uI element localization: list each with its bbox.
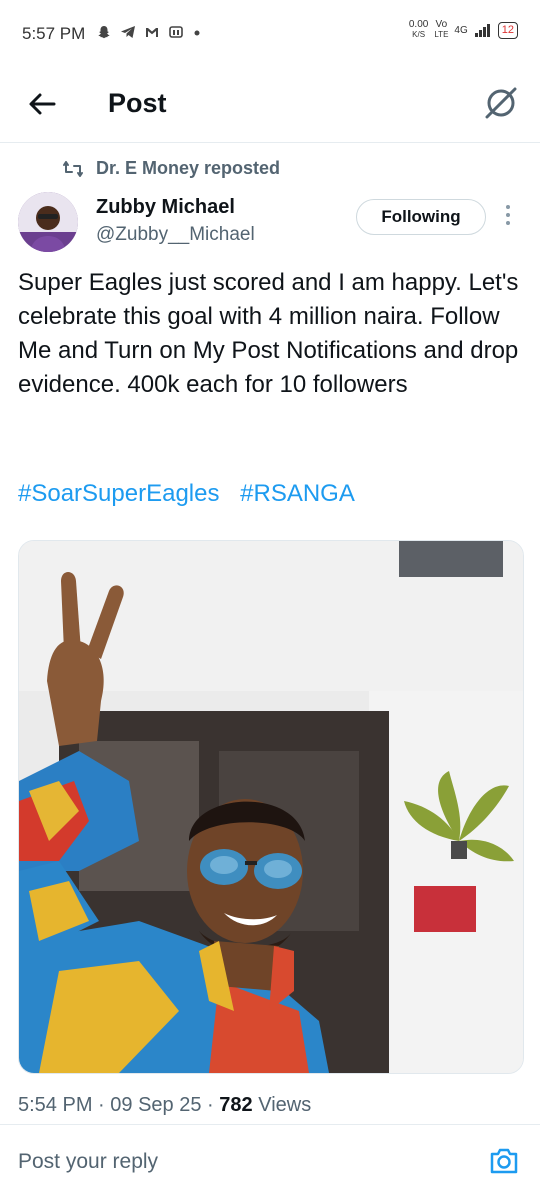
gmail-icon xyxy=(146,28,158,37)
post-time: 5:54 PM xyxy=(18,1094,93,1116)
repost-icon xyxy=(63,160,83,177)
avatar[interactable] xyxy=(18,192,78,252)
meta-separator: · xyxy=(98,1094,105,1116)
hashtag-link[interactable]: #RSANGA xyxy=(240,480,355,507)
net-speed-value: 0.00 xyxy=(408,19,429,30)
more-icon[interactable] xyxy=(504,205,512,229)
hashtag-link[interactable]: #SoarSuperEagles xyxy=(18,480,219,507)
page-title: Post xyxy=(108,88,167,118)
views-label: Views xyxy=(258,1094,312,1116)
camera-icon[interactable] xyxy=(488,1146,520,1176)
battery-indicator: 12 xyxy=(497,21,518,39)
volte-top: Vo xyxy=(435,19,448,30)
reply-input[interactable]: Post your reply xyxy=(18,1150,158,1174)
volte-bottom: LTE xyxy=(434,30,449,39)
net-speed: 0.00 K/S xyxy=(409,20,428,40)
post-photo[interactable] xyxy=(18,540,524,1074)
meta-separator: · xyxy=(207,1094,214,1116)
hashtags: #SoarSuperEagles #RSANGA xyxy=(18,480,369,508)
telegram-icon xyxy=(121,26,135,38)
signal-icon xyxy=(474,24,490,37)
views-count: 782 xyxy=(219,1094,253,1116)
volte-indicator: Vo LTE xyxy=(434,20,448,40)
snapchat-icon xyxy=(98,26,110,39)
status-time: 5:57 PM xyxy=(22,24,86,43)
net-speed-unit: K/S xyxy=(412,30,426,39)
notification-icons xyxy=(96,24,202,40)
dot-icon xyxy=(194,30,200,36)
repost-text: Dr. E Money reposted xyxy=(96,158,281,178)
post-date: 09 Sep 25 xyxy=(110,1094,202,1116)
news-icon xyxy=(169,26,183,38)
post-meta: 5:54 PM · 09 Sep 25 · 782 Views xyxy=(18,1094,311,1117)
status-right: 0.00 K/S Vo LTE 4G 12 xyxy=(409,20,518,40)
status-bar: 5:57 PM 0.00 K/S Vo LTE 4G 12 xyxy=(0,0,540,70)
grok-icon[interactable] xyxy=(482,84,520,122)
author-name[interactable]: Zubby Michael xyxy=(96,196,235,219)
divider xyxy=(0,1124,540,1125)
repost-indicator[interactable]: Dr. E Money reposted xyxy=(62,158,280,179)
author-handle[interactable]: @Zubby__Michael xyxy=(96,224,255,246)
network-type: 4G xyxy=(454,24,468,36)
tweet-text: Super Eagles just scored and I am happy.… xyxy=(18,269,519,398)
back-arrow-icon[interactable] xyxy=(24,86,60,122)
top-bar: Post xyxy=(0,70,540,143)
following-button[interactable]: Following xyxy=(356,199,486,235)
